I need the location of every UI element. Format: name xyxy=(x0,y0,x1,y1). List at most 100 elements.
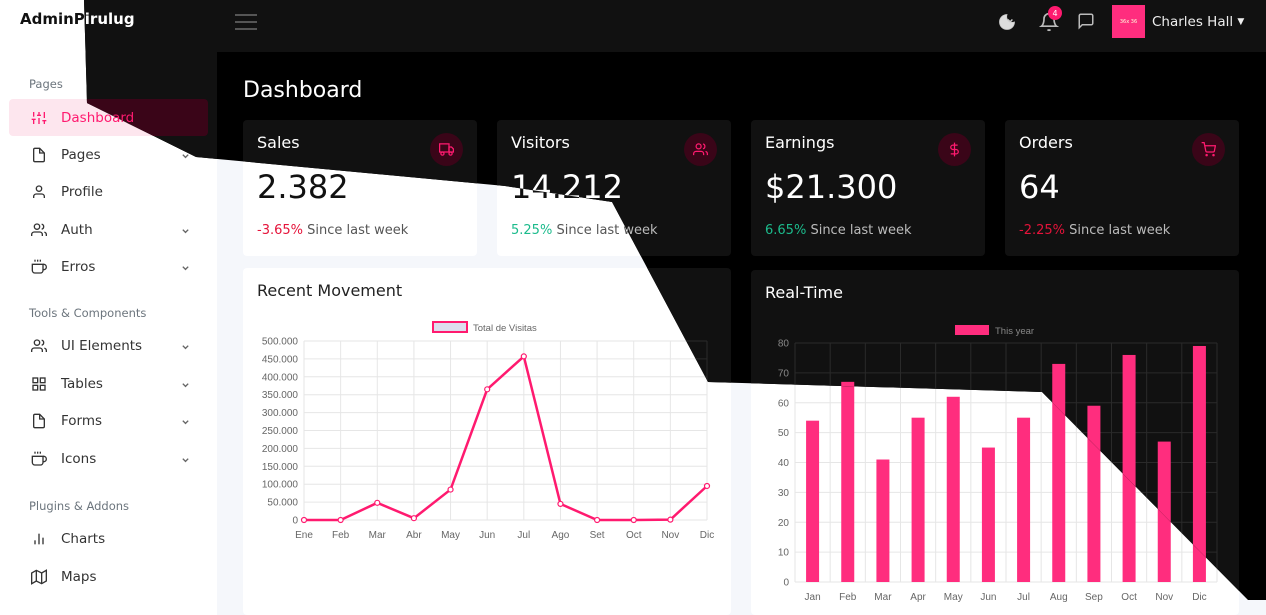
line-point[interactable] xyxy=(374,499,381,506)
sidebar-item-label: Charts xyxy=(61,530,106,547)
y-tick-label: 50 xyxy=(778,428,790,439)
users-icon xyxy=(684,133,717,166)
line-point[interactable] xyxy=(300,516,308,524)
line-point[interactable] xyxy=(520,353,527,360)
bell-icon[interactable]: 4 xyxy=(1038,6,1062,32)
topbar: 4 36x 36 Charles Hall ▼ xyxy=(217,0,1266,52)
x-tick-label: Oct xyxy=(626,530,642,541)
line-point[interactable] xyxy=(557,500,564,507)
chevron-down-icon xyxy=(181,378,190,388)
stat-title: Visitors xyxy=(511,133,570,152)
line-point[interactable] xyxy=(447,486,454,493)
bar[interactable] xyxy=(1017,417,1031,582)
caret-down-icon: ▼ xyxy=(1237,17,1245,27)
bar[interactable] xyxy=(841,381,855,582)
y-tick-label: 350.000 xyxy=(262,390,299,401)
sidebar-item-icons[interactable]: Icons xyxy=(9,440,208,477)
chart-title: Recent Movement xyxy=(257,281,403,300)
stat-change: 6.65% xyxy=(765,223,807,238)
grid-icon xyxy=(31,376,47,392)
file-icon xyxy=(31,147,47,163)
y-tick-label: 400.000 xyxy=(262,372,299,383)
stat-change: 5.25% xyxy=(511,223,553,238)
line-point[interactable] xyxy=(703,482,711,490)
stat-change: -2.25% xyxy=(1019,223,1065,238)
y-tick-label: 10 xyxy=(778,548,790,559)
stat-footer: -3.65% Since last week xyxy=(257,223,408,238)
avatar[interactable]: 36x 36 xyxy=(1112,5,1145,38)
stat-value: $21.300 xyxy=(765,168,898,206)
sidebar-item-forms[interactable]: Forms xyxy=(9,402,208,439)
y-tick-label: 450.000 xyxy=(262,354,299,365)
y-tick-label: 40 xyxy=(778,458,790,469)
x-tick-label: Nov xyxy=(1155,592,1173,603)
menu-toggle-icon[interactable] xyxy=(235,14,257,32)
x-tick-label: Aug xyxy=(1050,592,1068,603)
line-point[interactable] xyxy=(667,516,674,523)
sidebar-item-ui-elements[interactable]: UI Elements xyxy=(9,327,208,364)
coffee-icon xyxy=(31,451,47,467)
line-point[interactable] xyxy=(337,516,344,524)
sidebar-item-label: UI Elements xyxy=(61,337,143,354)
users-icon xyxy=(31,338,47,354)
recent-movement-card: Total de Visitas 0 50.000 100.000 150.000 200… xyxy=(243,268,731,615)
legend-label: Total de Visitas xyxy=(473,323,537,334)
chart-legend[interactable]: This year xyxy=(955,325,1034,337)
map-icon xyxy=(31,568,47,585)
x-tick-label: Mar xyxy=(369,530,387,541)
y-tick-label: 200.000 xyxy=(262,444,299,455)
sidebar-header: Pages xyxy=(29,77,63,91)
theme-toggle-icon[interactable] xyxy=(996,12,1016,32)
sidebar-item-tables[interactable]: Tables xyxy=(9,365,208,402)
y-tick-label: 0 xyxy=(783,578,789,589)
chart-title: Real-Time xyxy=(765,283,843,302)
y-tick-label: 80 xyxy=(778,339,790,350)
line-point[interactable] xyxy=(630,516,637,524)
bar[interactable] xyxy=(806,420,820,582)
legend-label: This year xyxy=(995,326,1034,337)
chevron-down-icon xyxy=(181,415,190,425)
sidebar-item-label: Icons xyxy=(61,450,97,467)
sidebar-item-charts[interactable]: Charts xyxy=(9,520,208,557)
chevron-down-icon xyxy=(181,261,190,271)
y-tick-label: 30 xyxy=(778,488,790,499)
line-chart: Total de Visitas 0 50.000 100.000 150.000 200… xyxy=(262,321,714,541)
y-tick-label: 0 xyxy=(292,516,298,527)
message-icon[interactable] xyxy=(1077,12,1097,32)
line-point[interactable] xyxy=(593,516,601,524)
file-icon xyxy=(31,413,47,429)
user-icon xyxy=(31,184,47,200)
y-tick-label: 500.000 xyxy=(262,337,299,348)
bar[interactable] xyxy=(911,417,925,582)
chevron-down-icon xyxy=(181,224,190,234)
y-tick-label: 60 xyxy=(778,398,790,409)
bar[interactable] xyxy=(876,459,890,582)
x-tick-label: Feb xyxy=(839,592,857,603)
y-tick-label: 70 xyxy=(778,368,790,379)
stat-title: Orders xyxy=(1019,133,1073,152)
y-tick-label: 100.000 xyxy=(262,480,299,491)
sidebar-item-erros[interactable]: Erros xyxy=(9,248,208,285)
x-tick-label: Abr xyxy=(406,530,422,541)
bar[interactable] xyxy=(981,447,995,582)
sidebar-item-maps[interactable]: Maps xyxy=(9,558,208,595)
bar[interactable] xyxy=(946,396,960,582)
x-tick-label: Jul xyxy=(517,530,530,541)
notification-badge: 4 xyxy=(1048,6,1062,20)
username-label: Charles Hall xyxy=(1152,14,1234,30)
sidebar-item-profile[interactable]: Profile xyxy=(9,173,208,210)
stat-value: 64 xyxy=(1019,168,1060,206)
dollar-icon xyxy=(938,133,971,166)
line-point[interactable] xyxy=(484,386,491,393)
x-tick-label: Dic xyxy=(1192,592,1206,603)
coffee-icon xyxy=(31,259,47,275)
stat-title: Earnings xyxy=(765,133,835,152)
sidebar-header: Tools & Components xyxy=(29,306,147,320)
chart-legend[interactable]: Total de Visitas xyxy=(432,321,537,334)
sidebar-item-auth[interactable]: Auth xyxy=(9,211,208,248)
sidebar-item-label: Auth xyxy=(61,221,93,238)
stat-card-orders: Orders 64 -2.25% Since last week xyxy=(1005,120,1239,256)
line-point[interactable] xyxy=(410,515,418,522)
y-tick-label: 50.000 xyxy=(267,498,298,509)
user-menu[interactable]: Charles Hall ▼ xyxy=(1152,14,1244,30)
